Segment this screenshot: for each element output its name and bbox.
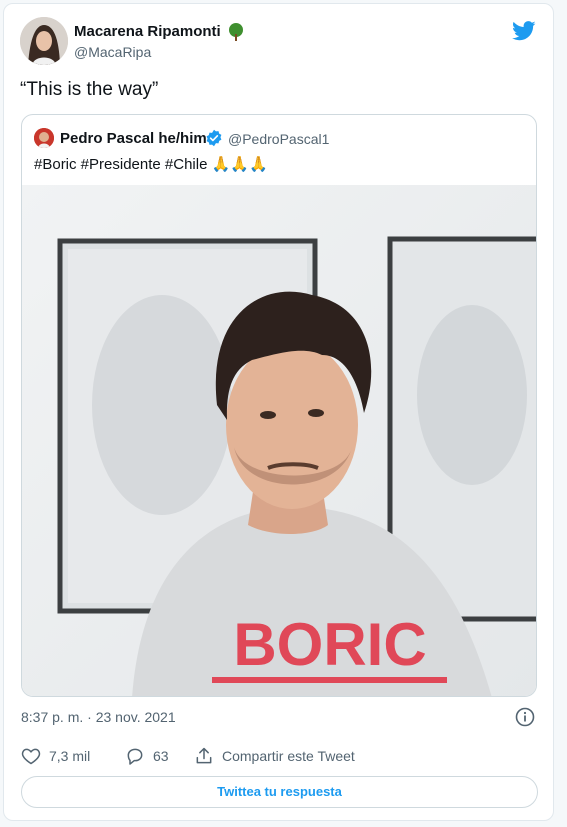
author-name[interactable]: Macarena Ripamonti (74, 23, 221, 40)
reply-bubble-icon (127, 748, 143, 765)
author-handle[interactable]: @MacaRipa (74, 44, 151, 60)
quoted-tweet-text: #Boric #Presidente #Chile 🙏🙏🙏 (34, 156, 268, 173)
shirt-print-text: BORIC (233, 611, 426, 678)
tweet-text: “This is the way” (20, 79, 159, 100)
share-button[interactable]: Compartir este Tweet (194, 746, 355, 766)
share-icon (196, 747, 212, 764)
like-button[interactable]: 7,3 mil (21, 746, 90, 766)
like-count: 7,3 mil (49, 748, 91, 764)
reply-count: 63 (153, 748, 169, 764)
reply-button[interactable]: Twittea tu respuesta (21, 776, 538, 808)
tweet-actions: 7,3 mil 63 Compartir este Tweet (21, 746, 541, 770)
quoted-tweet-photo[interactable]: BORIC (22, 185, 536, 696)
verified-badge-icon (205, 129, 223, 152)
twitter-bird-icon[interactable] (512, 21, 536, 46)
quoted-author-name[interactable]: Pedro Pascal he/him (60, 130, 207, 147)
reply-count-button[interactable]: 63 (125, 746, 169, 766)
tree-emoji-icon (228, 23, 244, 46)
share-label: Compartir este Tweet (222, 748, 355, 764)
heart-icon (21, 748, 41, 765)
tweet-timestamp[interactable]: 8:37 p. m. · 23 nov. 2021 (21, 709, 176, 725)
quoted-author-handle[interactable]: @PedroPascal1 (228, 131, 329, 147)
quoted-tweet[interactable]: Pedro Pascal he/him @PedroPascal1 #Boric… (21, 114, 537, 697)
author-avatar[interactable] (20, 17, 68, 65)
tweet-card: Macarena Ripamonti @MacaRipa “This is th… (3, 3, 554, 821)
info-icon[interactable] (515, 707, 535, 732)
quoted-author-avatar[interactable] (34, 128, 54, 148)
